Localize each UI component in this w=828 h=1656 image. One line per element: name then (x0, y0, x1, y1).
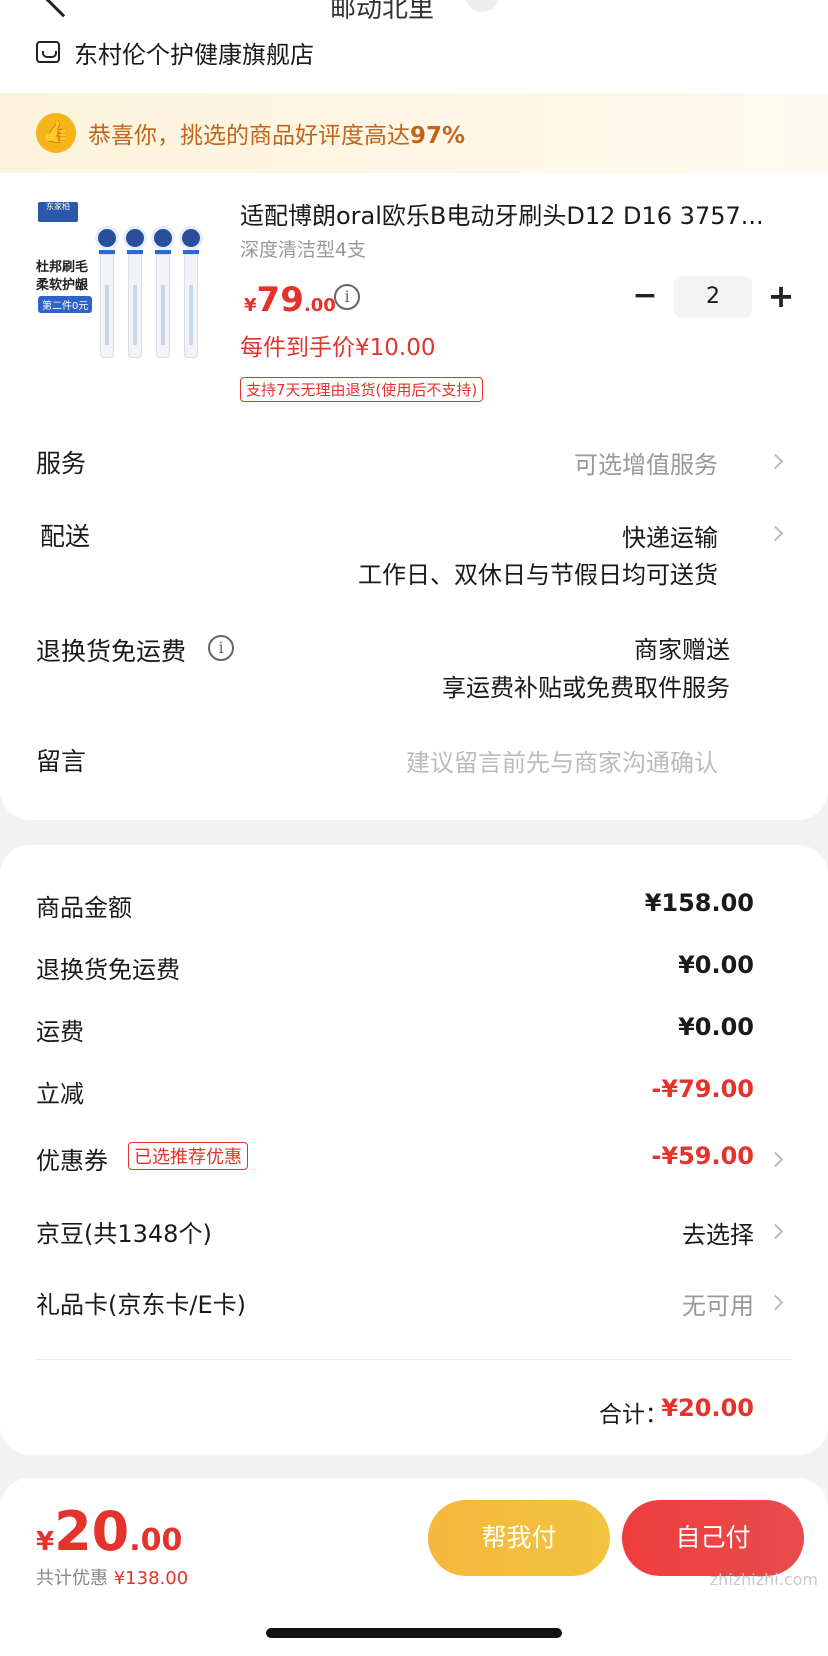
thumbs-up-icon: 👍 (36, 113, 76, 153)
product-price: ¥ 79 .00 (244, 280, 336, 320)
help-pay-button[interactable]: 帮我付 (428, 1500, 610, 1576)
praise-text: 恭喜你，挑选的商品好评度高达97% (88, 116, 465, 150)
instant-discount-value: -¥79.00 (651, 1075, 754, 1103)
chevron-right-icon[interactable] (767, 1151, 784, 1168)
self-pay-button[interactable]: 自己付 (622, 1500, 804, 1576)
total-value: ¥20.00 (661, 1394, 754, 1422)
home-indicator[interactable] (266, 1628, 562, 1638)
total-label: 合计： (599, 1402, 668, 1428)
coupon-tag: 已选推荐优惠 (128, 1142, 248, 1170)
brush-head-image (151, 226, 175, 364)
image-caption-1: 杜邦刷毛 (36, 260, 89, 275)
instant-discount-label: 立减 (36, 1080, 84, 1108)
return-free-value: ¥0.00 (678, 951, 754, 979)
goods-amount-value: ¥158.00 (644, 889, 754, 917)
delivery-value[interactable]: 快递运输 (622, 518, 718, 553)
shop-name: 东村伦个护健康旗舰店 (74, 40, 314, 69)
image-caption-2: 柔软护龈 (36, 278, 89, 293)
product-image[interactable]: 东家柏 杜邦刷毛 柔软护龈 第二件0元 (36, 196, 212, 372)
product-title[interactable]: 适配博朗oral欧乐B电动牙刷头D12 D16 3757... (240, 196, 788, 231)
return-shipping-label: 退换货免运费 (36, 637, 187, 666)
decrease-quantity-button[interactable]: − (630, 276, 660, 318)
return-shipping-info-icon[interactable]: i (208, 635, 234, 661)
total-discount: 共计优惠 ¥138.00 (36, 1564, 188, 1590)
nav-bar: 邮动北里 (0, 0, 828, 24)
pay-decimal: .00 (129, 1523, 183, 1558)
pay-amount: ¥ 20 .00 (36, 1500, 182, 1563)
return-policy-tag: 支持7天无理由退货(使用后不支持) (240, 377, 484, 402)
brush-head-image (95, 226, 119, 364)
quantity-input[interactable]: 2 (674, 276, 752, 318)
back-arrow-icon[interactable] (44, 0, 82, 18)
pay-currency: ¥ (36, 1527, 55, 1557)
return-shipping-note: 享运费补贴或免费取件服务 (442, 674, 730, 702)
discount-label: 共计优惠 (36, 1568, 108, 1589)
delivery-note: 工作日、双休日与节假日均可送货 (358, 561, 718, 589)
product-spec[interactable]: 深度清洁型4支 (240, 235, 366, 262)
delivery-label: 配送 (40, 522, 91, 551)
chevron-right-icon[interactable] (767, 525, 784, 542)
coupon-value[interactable]: -¥59.00 (651, 1142, 754, 1170)
goods-amount-label: 商品金额 (36, 894, 132, 922)
price-info-icon[interactable]: i (334, 284, 360, 310)
chevron-right-icon[interactable] (767, 453, 784, 470)
brush-head-image (123, 226, 147, 364)
service-label: 服务 (36, 449, 87, 478)
service-value[interactable]: 可选增值服务 (574, 445, 718, 480)
praise-message: 恭喜你，挑选的商品好评度高达 (88, 123, 410, 149)
praise-rate: 97% (410, 123, 466, 149)
price-summary-card: 商品金额 ¥158.00 退换货免运费 ¥0.00 运费 ¥0.00 立减 -¥… (0, 845, 828, 1455)
price-integer: 79 (256, 280, 304, 320)
price-decimal: .00 (303, 295, 336, 316)
order-card: 邮动北里 东村伦个护健康旗舰店 👍 恭喜你，挑选的商品好评度高达97% 东家柏 … (0, 0, 828, 820)
checkout-bar: ¥ 20 .00 共计优惠 ¥138.00 帮我付 自己付 zhizhizhi.… (0, 1478, 828, 1656)
quantity-stepper: − 2 + (630, 276, 798, 318)
image-brand-tag: 东家柏 (38, 202, 78, 222)
coupon-label: 优惠券 (36, 1147, 108, 1175)
pay-integer: 20 (54, 1500, 130, 1563)
summary-divider (36, 1359, 792, 1360)
return-free-label: 退换货免运费 (36, 956, 180, 984)
return-shipping-value: 商家赠送 (634, 636, 730, 664)
jingdou-label: 京豆(共1348个) (36, 1220, 212, 1248)
shop-icon (36, 41, 60, 63)
chevron-right-icon[interactable] (767, 1294, 784, 1311)
message-input[interactable]: 建议留言前先与商家沟通确认 (406, 743, 718, 778)
location-pin-icon[interactable] (465, 0, 499, 12)
unit-price: 每件到手价¥10.00 (240, 335, 436, 361)
chevron-right-icon[interactable] (767, 1223, 784, 1240)
giftcard-label: 礼品卡(京东卡/E卡) (36, 1291, 246, 1319)
shipping-label: 运费 (36, 1018, 84, 1046)
watermark: zhizhizhi.com (709, 1570, 818, 1589)
brush-head-image (179, 226, 203, 364)
giftcard-value[interactable]: 无可用 (682, 1286, 754, 1321)
discount-value: ¥138.00 (113, 1568, 189, 1589)
shipping-value: ¥0.00 (678, 1013, 754, 1041)
image-promo-badge: 第二件0元 (38, 296, 93, 313)
increase-quantity-button[interactable]: + (764, 276, 798, 318)
shop-row[interactable]: 东村伦个护健康旗舰店 (36, 34, 314, 70)
praise-banner: 👍 恭喜你，挑选的商品好评度高达97% (0, 93, 828, 173)
message-label: 留言 (36, 747, 87, 776)
jingdou-value[interactable]: 去选择 (682, 1215, 754, 1250)
delivery-address[interactable]: 邮动北里 (330, 0, 434, 25)
price-currency: ¥ (244, 295, 257, 316)
